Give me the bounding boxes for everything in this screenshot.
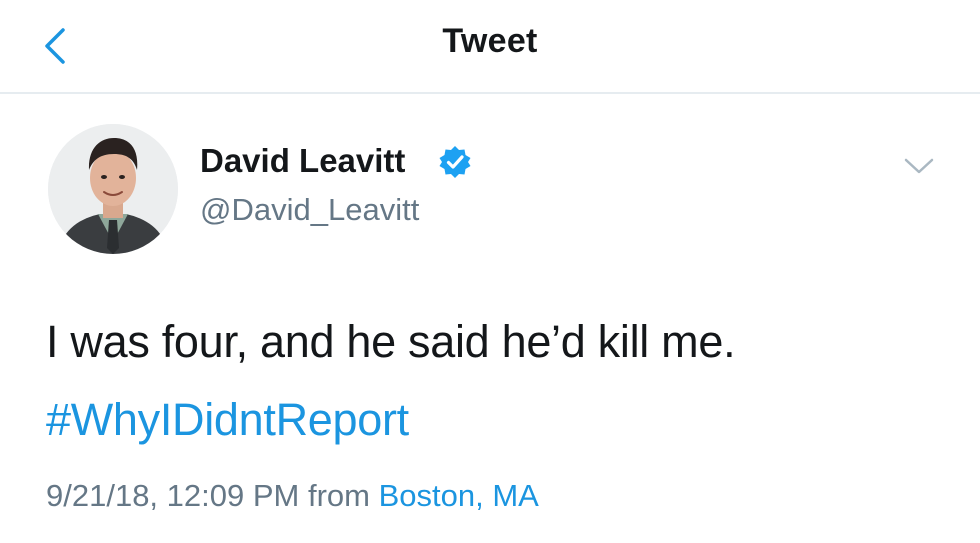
from-label: from — [307, 478, 370, 513]
page-title: Tweet — [442, 22, 538, 60]
avatar-image — [48, 124, 178, 254]
author-name[interactable]: David Leavitt — [200, 142, 405, 180]
hashtag-link[interactable]: #WhyIDidntReport — [46, 394, 409, 446]
verified-badge-icon — [439, 146, 471, 178]
tweet-timestamp[interactable]: 9/21/18, 12:09 PM — [46, 478, 299, 513]
author-handle[interactable]: @David_Leavitt — [200, 192, 419, 228]
tweet-menu-button[interactable] — [902, 154, 936, 178]
tweet-text: I was four, and he said he’d kill me. — [46, 316, 736, 367]
avatar[interactable] — [48, 124, 178, 254]
tweet-meta: 9/21/18, 12:09 PM from Boston, MA — [46, 478, 539, 514]
nav-bar: Tweet — [0, 0, 980, 94]
chevron-down-icon — [904, 158, 934, 174]
location-link[interactable]: Boston, MA — [379, 478, 539, 513]
